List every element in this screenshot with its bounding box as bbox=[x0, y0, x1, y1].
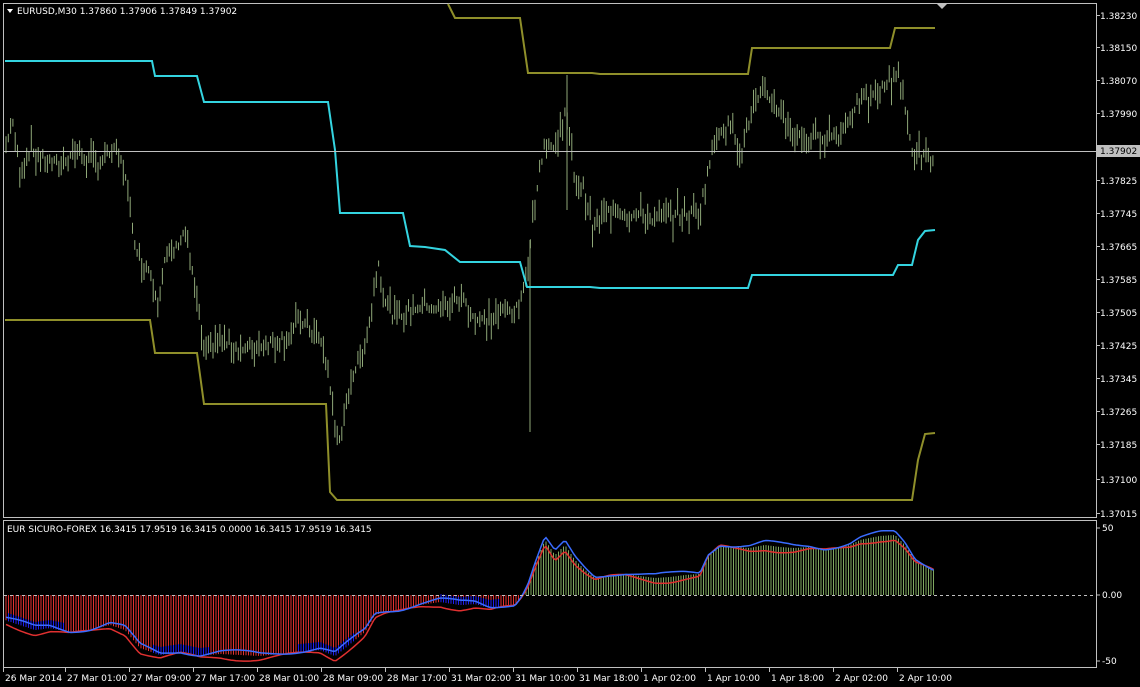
trading-chart[interactable]: EURUSD,M30 1.37860 1.37906 1.37849 1.379… bbox=[0, 0, 1140, 687]
channel-upper-line bbox=[5, 60, 936, 289]
indicator-tick-label: 0.00 bbox=[1102, 591, 1122, 601]
time-tick-label: 26 Mar 2014 bbox=[5, 674, 62, 684]
price-axis: 1.38230 1.38150 1.38070 1.37990 1.37825 1.377… bbox=[1096, 12, 1137, 520]
price-tick-label: 1.38230 bbox=[1100, 12, 1137, 22]
shift-marker-icon[interactable] bbox=[937, 4, 947, 9]
time-tick-label: 1 Apr 18:00 bbox=[771, 674, 824, 684]
price-tick-label: 1.37585 bbox=[1100, 276, 1137, 286]
dropdown-arrow-icon[interactable] bbox=[7, 9, 13, 13]
price-tick-label: 1.37015 bbox=[1100, 510, 1137, 520]
oscillator-blue-line bbox=[5, 529, 934, 657]
current-price-label: 1.37902 bbox=[1100, 147, 1137, 157]
price-tick-label: 1.37100 bbox=[1100, 476, 1137, 486]
price-bars bbox=[5, 61, 934, 446]
price-tick-label: 1.38150 bbox=[1100, 44, 1137, 54]
time-tick-label: 1 Apr 02:00 bbox=[643, 674, 696, 684]
channel-bottom-line bbox=[5, 319, 936, 501]
time-axis: 26 Mar 2014 27 Mar 01:00 27 Mar 09:00 27 Ma… bbox=[3, 668, 952, 684]
time-tick-label: 28 Mar 17:00 bbox=[387, 674, 447, 684]
time-tick-label: 28 Mar 09:00 bbox=[323, 674, 383, 684]
price-tick-label: 1.37265 bbox=[1100, 408, 1137, 418]
price-tick-label: 1.37825 bbox=[1100, 177, 1137, 187]
time-tick-label: 27 Mar 01:00 bbox=[67, 674, 127, 684]
price-tick-label: 1.37185 bbox=[1100, 441, 1137, 451]
time-tick-label: 2 Apr 10:00 bbox=[899, 674, 952, 684]
main-chart-header: EURUSD,M30 1.37860 1.37906 1.37849 1.379… bbox=[17, 7, 237, 17]
time-tick-label: 2 Apr 02:00 bbox=[835, 674, 888, 684]
time-tick-label: 27 Mar 17:00 bbox=[195, 674, 255, 684]
price-tick-label: 1.37745 bbox=[1100, 210, 1137, 220]
oscillator-histogram bbox=[5, 535, 934, 656]
price-tick-label: 1.37505 bbox=[1100, 309, 1137, 319]
indicator-tick-label: -50 bbox=[1102, 657, 1117, 667]
time-tick-label: 1 Apr 10:00 bbox=[707, 674, 760, 684]
price-tick-label: 1.38070 bbox=[1100, 77, 1137, 87]
indicator-header: EUR SICURO-FOREX 16.3415 17.9519 16.3415… bbox=[7, 525, 372, 535]
time-tick-label: 27 Mar 09:00 bbox=[131, 674, 191, 684]
price-tick-label: 1.37665 bbox=[1100, 243, 1137, 253]
time-tick-label: 31 Mar 10:00 bbox=[515, 674, 575, 684]
channel-top-line bbox=[447, 3, 935, 75]
price-tick-label: 1.37425 bbox=[1100, 342, 1137, 352]
time-tick-label: 31 Mar 02:00 bbox=[451, 674, 511, 684]
time-tick-label: 31 Mar 18:00 bbox=[579, 674, 639, 684]
indicator-axis: 50 0.00 -50 bbox=[1096, 524, 1122, 667]
indicator-tick-label: 50 bbox=[1102, 524, 1114, 534]
price-tick-label: 1.37345 bbox=[1100, 375, 1137, 385]
price-tick-label: 1.37990 bbox=[1100, 110, 1137, 120]
time-tick-label: 28 Mar 01:00 bbox=[259, 674, 319, 684]
